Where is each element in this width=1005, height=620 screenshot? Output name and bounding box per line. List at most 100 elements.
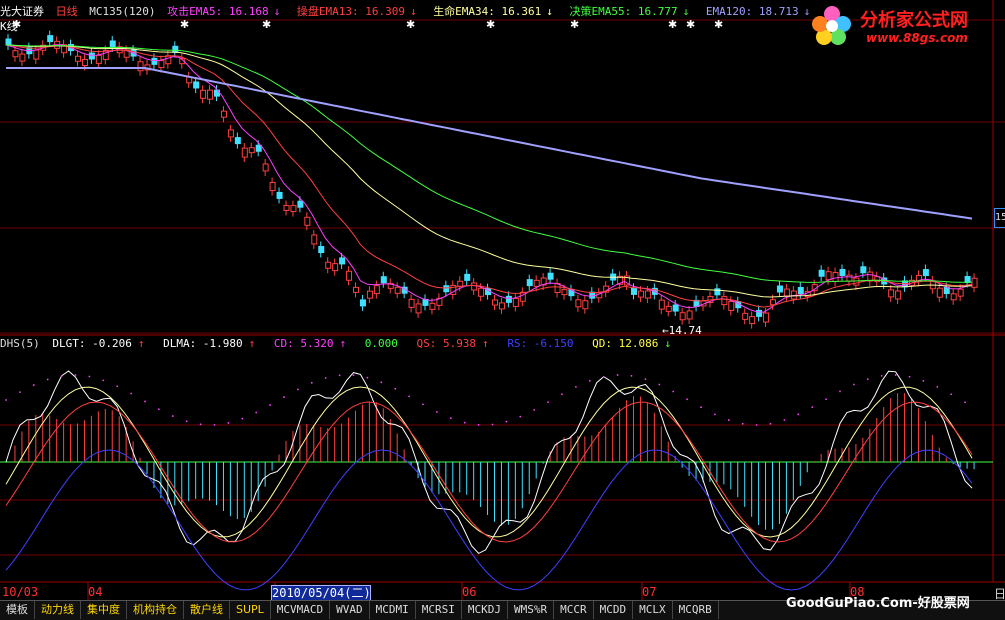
cd-dot [380,381,383,384]
site-logo: 分析家公式网 www.88gs.com [808,2,1005,50]
cd-dot [727,419,730,421]
candle-body [227,129,234,138]
candle-body [665,305,672,312]
cd-label: CD: 5.320 ↑ [273,337,347,350]
candle-body [971,277,978,288]
cd-dot [32,384,35,386]
tab-supl[interactable]: SUPL [230,601,271,619]
tab-mclx[interactable]: MCLX [633,601,673,619]
candle-body [373,285,380,295]
tab-mcqrb[interactable]: MCQRB [673,601,719,619]
cd-dot [811,406,814,409]
qs-line [5,401,973,543]
ema34-label: 生命EMA34: 16.361 ↓ [433,5,553,18]
cd-dot [616,374,619,376]
price-header: 光大证券 日线 MC135(120) 攻击EMA5: 16.168 ↓ 操盘EMA… [0,5,820,19]
stock-chart-window: ←14.74 ✱ ✱ ✱ ✱ ✱ ✱ ✱ ✱ ✱ 光大证券 日线 MC135(120) 攻击EMA… [0,0,1005,620]
candle-body [290,205,297,213]
cd-dot [783,419,786,421]
cd-dot [686,398,688,401]
candle-body [165,55,172,65]
candle-body [332,263,339,272]
candle-body [547,272,554,280]
rs-label: RS: -6.150 [507,337,574,350]
candle-body [248,147,255,154]
candle-body [478,287,485,297]
tab-wmsr[interactable]: WMS%R [508,601,555,619]
tab-mcrsi[interactable]: MCRSI [416,601,462,619]
tab-mccr[interactable]: MCCR [554,601,594,619]
cd-dot [310,381,313,384]
period-label[interactable]: 日线 [56,5,78,18]
ema5-label: 攻击EMA5: 16.168 ↓ [167,5,281,18]
cd-dot [853,383,855,386]
month-label-04: 04 [88,585,103,599]
tab-mcdd[interactable]: MCDD [594,601,634,619]
tab-concentration[interactable]: 集中度 [81,601,127,619]
month-label-07: 07 [642,585,657,599]
candle-body [922,269,929,277]
signal-star-icon: ✱ [486,18,495,31]
candle-body [276,191,283,199]
candle-body [721,296,728,306]
candle-body [867,271,874,282]
candle-body [936,287,943,298]
cd-dot [116,385,119,388]
candle-body [325,261,332,269]
candle-body [471,282,478,291]
candle-body [492,299,498,306]
zero-label: 0.000 [364,337,398,350]
candle-body [255,144,262,152]
cd-dot [644,378,647,381]
candle-body [380,276,387,284]
tab-template[interactable]: 模板 [0,601,35,619]
cd-dot [755,424,758,426]
cd-dot [866,378,869,380]
candle-body [283,204,290,211]
cd-dot [185,420,188,423]
tab-wvad[interactable]: WVAD [330,601,370,619]
cd-dot [533,408,536,411]
cd-dot [505,420,508,423]
logo-url[interactable]: www.88gs.com [866,31,968,45]
signal-star-icon: ✱ [262,18,271,31]
candle-body [297,200,304,208]
cd-dot [769,422,772,425]
tab-retail-line[interactable]: 散户线 [184,601,230,619]
cd-dot [422,403,424,406]
tab-power-line[interactable]: 动力线 [35,601,81,619]
candle-body [220,110,227,118]
candle-body [964,276,971,284]
candle-body [832,272,839,283]
cd-dot [213,424,216,426]
cd-dot [908,375,911,378]
cd-dot [575,385,577,388]
ema55-line [5,44,973,283]
cd-dot [491,423,494,426]
kline-chart[interactable]: ←14.74✱ ✱ ✱ ✱ ✱ ✱ ✱ ✱ ✱ [0,0,1005,600]
logo-title: 分析家公式网 [860,10,968,31]
candle-body [443,285,450,293]
candle-body [200,89,207,99]
tab-institution[interactable]: 机构持仓 [127,601,184,619]
cd-dot [338,374,341,377]
candle-body [353,286,359,293]
candle-body [672,304,679,312]
tab-mcdmi[interactable]: MCDMI [370,601,416,619]
candle-body [776,285,783,293]
cd-dot [88,375,91,378]
candle-body [88,52,95,60]
cd-dot [936,386,939,388]
candle-body [75,55,81,62]
cd-dot [255,411,258,414]
candle-body [81,59,88,67]
candle-body [637,290,644,298]
cd-dot [199,423,202,426]
cd-dot [797,413,800,416]
candle-body [193,81,200,89]
tab-mcvmacd[interactable]: MCVMACD [271,601,331,619]
cd-dot [144,400,146,403]
tab-mckdj[interactable]: MCKDJ [462,601,509,619]
cd-dot [741,422,744,425]
candle-body [575,299,582,308]
